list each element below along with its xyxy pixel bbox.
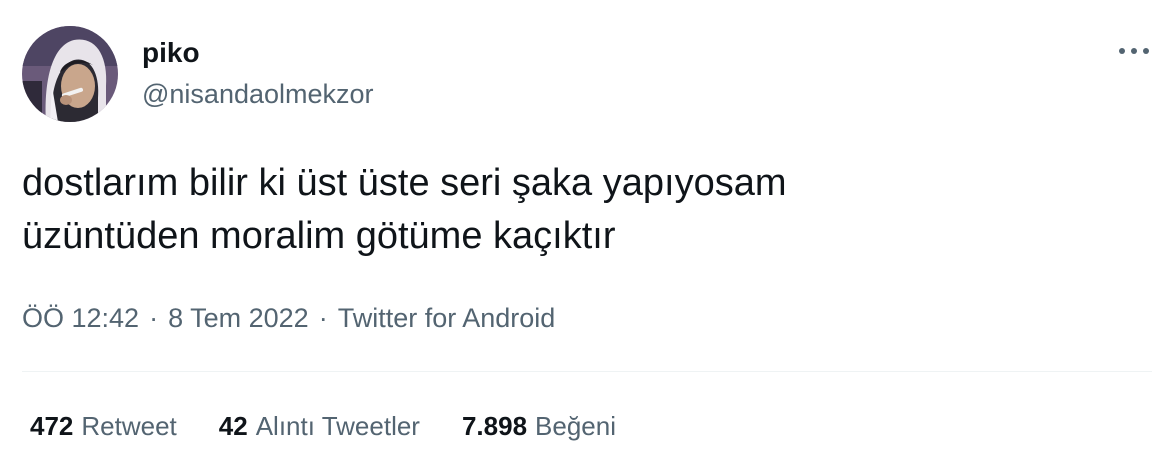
likes-stat[interactable]: 7.898 Beğeni <box>462 408 616 444</box>
divider <box>22 371 1152 372</box>
tweet-card: piko @nisandaolmekzor dostlarım bilir ki… <box>0 0 1170 468</box>
tweet-date: 8 Tem 2022 <box>168 303 309 333</box>
tweet-date-link[interactable]: 8 Tem 2022 <box>168 303 309 333</box>
meta-separator: · <box>318 303 328 333</box>
tweet-source-link[interactable]: Twitter for Android <box>338 303 556 333</box>
tweet-text: dostlarım bilir ki üst üste seri şaka ya… <box>22 162 787 257</box>
quote-label: Alıntı Tweetler <box>255 411 420 441</box>
like-label: Beğeni <box>535 411 617 441</box>
like-count: 7.898 <box>461 411 528 441</box>
retweet-count: 472 <box>30 411 74 441</box>
more-options-button[interactable] <box>1112 36 1156 66</box>
tweet-time-link[interactable]: ÖÖ 12:42 <box>22 303 139 333</box>
retweet-label: Retweet <box>81 411 177 441</box>
tweet-time: ÖÖ 12:42 <box>22 303 140 333</box>
meta-separator: · <box>149 303 159 333</box>
quote-count: 42 <box>218 411 248 441</box>
engagement-stats: 472 Retweet 42 Alıntı Tweetler 7.898 Beğeni <box>30 408 658 444</box>
more-horizontal-icon <box>1119 48 1149 54</box>
tweet-metadata: ÖÖ 12:42 · 8 Tem 2022 · Twitter for Android <box>22 300 555 336</box>
profile-photo <box>22 26 118 122</box>
author-display-name[interactable]: piko <box>142 36 200 70</box>
avatar[interactable] <box>22 26 118 122</box>
author-handle[interactable]: @nisandaolmekzor <box>142 77 374 111</box>
quote-tweets-stat[interactable]: 42 Alıntı Tweetler <box>219 408 420 444</box>
retweets-stat[interactable]: 472 Retweet <box>30 408 177 444</box>
